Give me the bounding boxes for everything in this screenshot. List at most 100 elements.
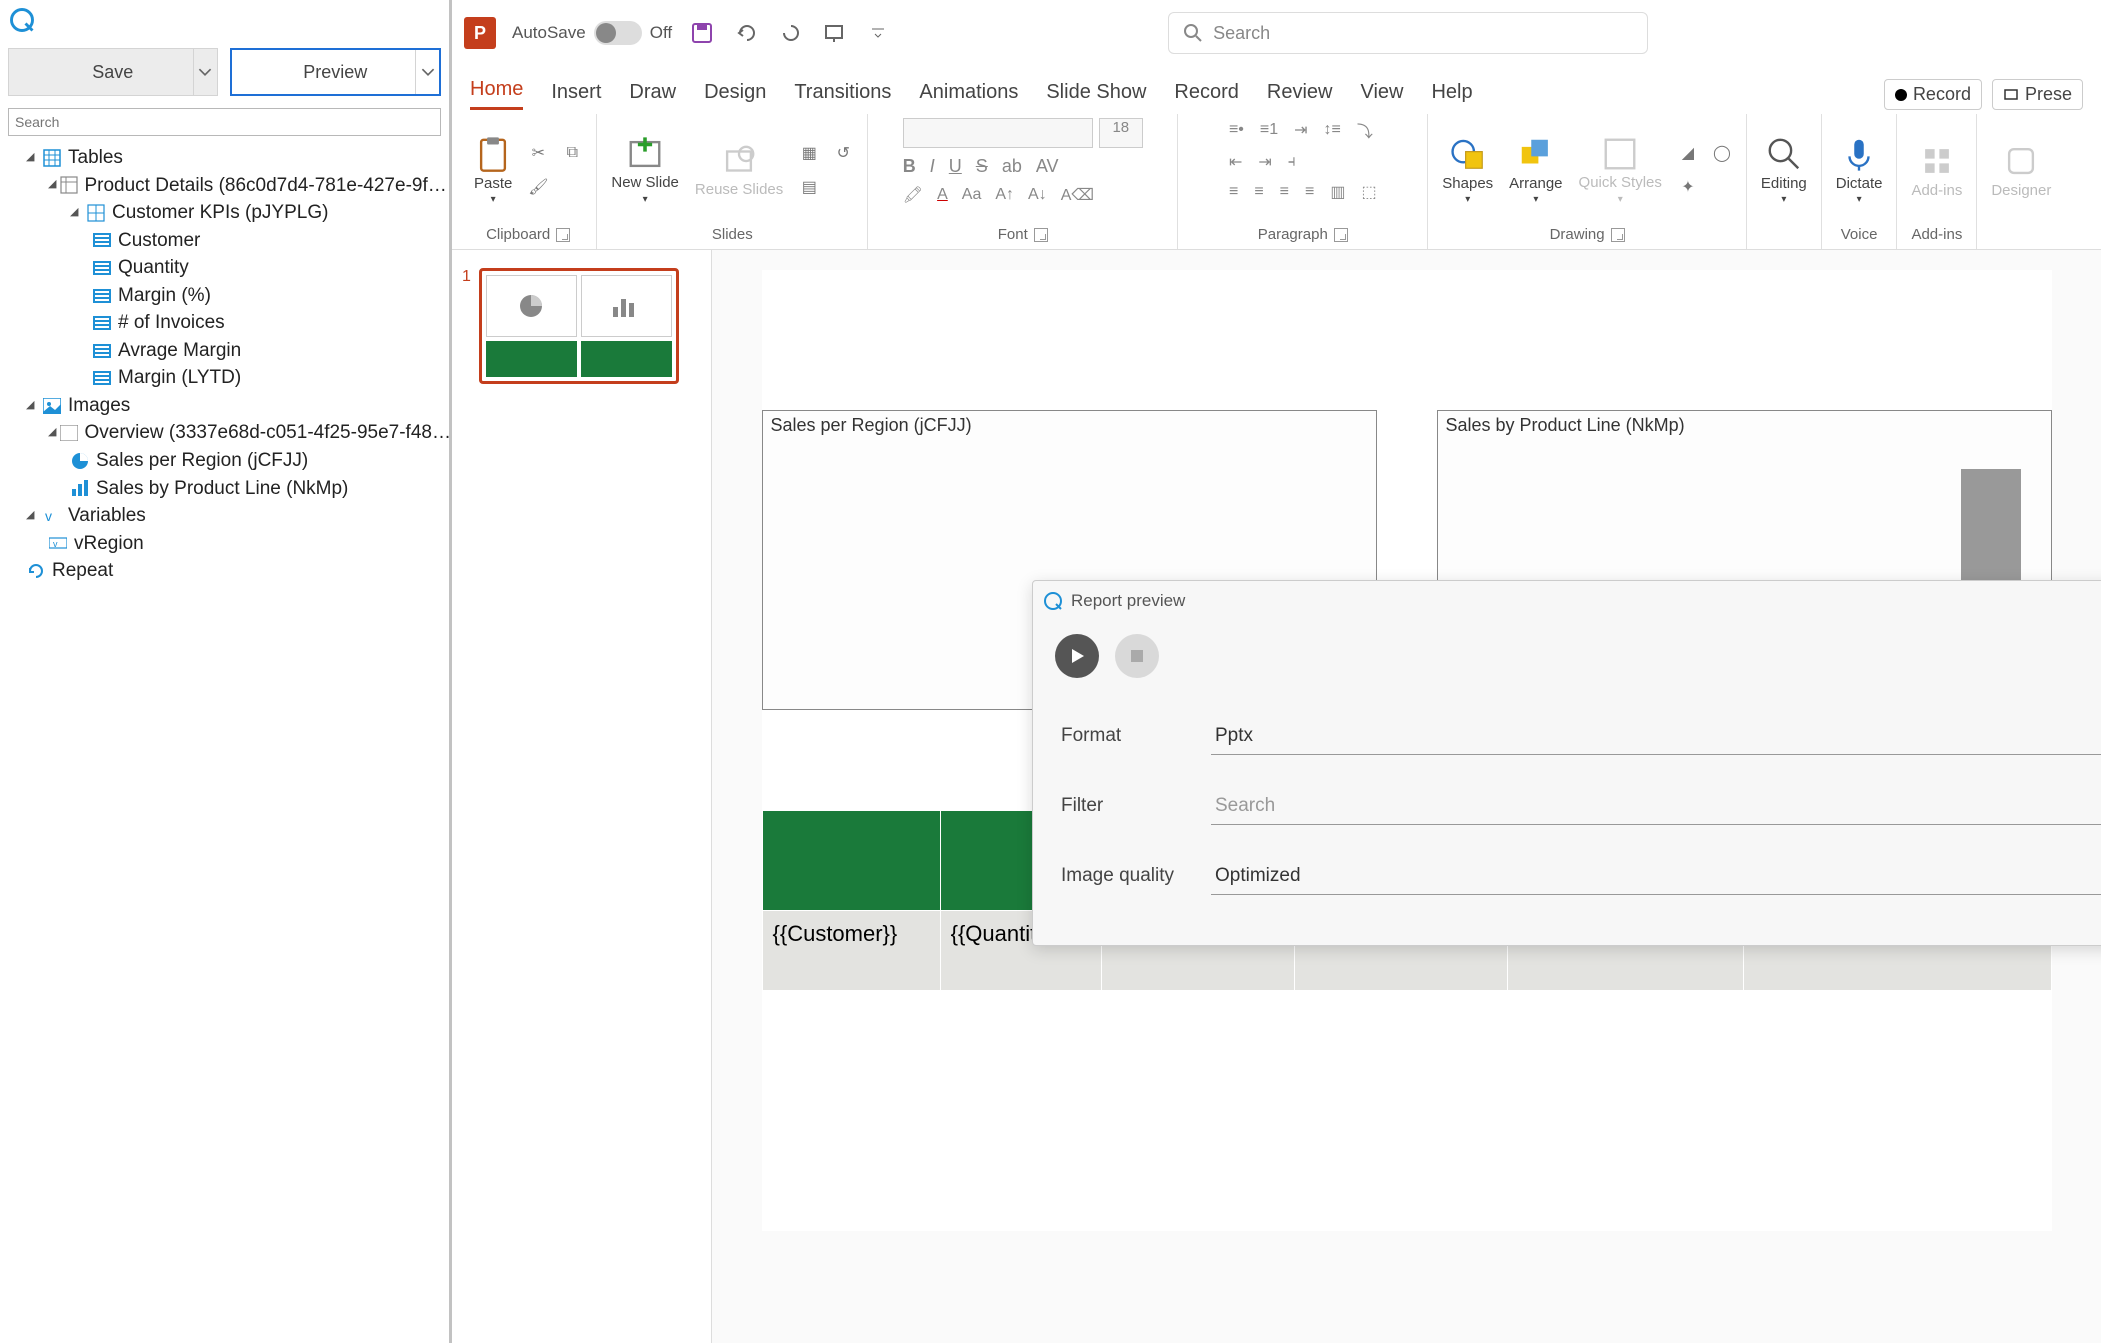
underline-icon[interactable]: U — [949, 156, 962, 177]
present-icon[interactable] — [820, 19, 848, 47]
tab-animations[interactable]: Animations — [919, 81, 1018, 110]
clipboard-launcher[interactable] — [556, 228, 570, 242]
ppt-search-input[interactable]: Search — [1168, 12, 1648, 54]
save-button[interactable]: Save — [8, 48, 218, 96]
tree-node-product-details[interactable]: ◢Product Details (86c0d7d4-781e-427e-9f… — [8, 172, 441, 200]
tree-node-overview[interactable]: ◢Overview (3337e68d-c051-4f25-95e7-f48… — [8, 419, 441, 447]
tree-node-vregion[interactable]: vvRegion — [8, 530, 441, 558]
sidebar-search-input[interactable] — [8, 108, 441, 136]
tab-slideshow[interactable]: Slide Show — [1046, 81, 1146, 110]
font-color-icon[interactable]: A — [937, 186, 948, 204]
new-slide-button[interactable]: New Slide▾ — [607, 135, 683, 205]
tab-draw[interactable]: Draw — [629, 81, 676, 110]
shape-outline-icon[interactable]: ◯ — [1708, 139, 1736, 167]
shadow-icon[interactable]: ab — [1002, 156, 1022, 177]
tab-help[interactable]: Help — [1431, 81, 1472, 110]
font-launcher[interactable] — [1034, 228, 1048, 242]
tree-node-margin-pct[interactable]: Margin (%) — [8, 282, 441, 310]
change-case-icon[interactable]: Aa — [962, 186, 982, 204]
play-button[interactable] — [1055, 634, 1099, 678]
decrease-indent-icon[interactable]: ⇤ — [1229, 152, 1242, 172]
tree-node-customer[interactable]: Customer — [8, 227, 441, 255]
text-direction-icon[interactable]: ⤵ — [1357, 118, 1373, 142]
format-painter-icon[interactable]: 🖌 — [524, 173, 552, 201]
format-select[interactable]: Pptx — [1211, 717, 2101, 755]
tree-node-sales-by-product-line[interactable]: Sales by Product Line (NkMp) — [8, 475, 441, 503]
slide-thumbnail-1[interactable] — [479, 268, 679, 384]
qat-more-icon[interactable] — [864, 19, 892, 47]
section-icon[interactable]: ▤ — [795, 173, 823, 201]
shrink-font-icon[interactable]: A↓ — [1028, 186, 1047, 204]
paste-button[interactable]: Paste▾ — [470, 135, 516, 205]
tree-node-quantity[interactable]: Quantity — [8, 254, 441, 282]
save-icon[interactable] — [688, 19, 716, 47]
image-quality-select[interactable]: Optimized — [1211, 857, 2101, 895]
tree-node-variables[interactable]: ◢vVariables — [8, 502, 441, 530]
shapes-button[interactable]: Shapes▾ — [1438, 135, 1497, 205]
columns-icon[interactable]: ▥ — [1330, 182, 1345, 202]
font-size-select[interactable]: 18 — [1099, 118, 1143, 148]
line-spacing-icon[interactable]: ↕≡ — [1324, 121, 1341, 139]
bullets-icon[interactable]: ≡• — [1229, 121, 1244, 139]
tree-node-customer-kpis[interactable]: ◢Customer KPIs (pJYPLG) — [8, 199, 441, 227]
quick-styles-button[interactable]: Quick Styles▾ — [1575, 135, 1666, 205]
undo-icon[interactable] — [732, 19, 760, 47]
char-spacing-icon[interactable]: AV — [1036, 156, 1059, 177]
tree-node-images[interactable]: ◢Images — [8, 392, 441, 420]
save-button-label: Save — [92, 62, 133, 83]
filter-select[interactable]: Search — [1211, 787, 2101, 825]
tab-review[interactable]: Review — [1267, 81, 1333, 110]
tab-transitions[interactable]: Transitions — [794, 81, 891, 110]
smartart-icon[interactable]: ⬚ — [1361, 182, 1376, 202]
tree-node-repeat[interactable]: Repeat — [8, 557, 441, 585]
highlight-icon[interactable]: 🖍 — [903, 185, 923, 205]
editing-button[interactable]: Editing▾ — [1757, 135, 1811, 205]
tab-insert[interactable]: Insert — [551, 81, 601, 110]
present-button[interactable]: Prese — [1992, 79, 2083, 110]
tab-design[interactable]: Design — [704, 81, 766, 110]
addins-button[interactable]: Add-ins — [1907, 142, 1966, 199]
align-text-icon[interactable]: ⫞ — [1288, 153, 1296, 171]
preview-button-caret[interactable] — [415, 50, 439, 94]
column-icon — [92, 341, 112, 361]
align-left-icon[interactable]: ≡ — [1229, 183, 1238, 201]
tree-node-sales-per-region[interactable]: Sales per Region (jCFJJ) — [8, 447, 441, 475]
justify-icon[interactable]: ≡ — [1305, 183, 1314, 201]
tree-node-num-invoices[interactable]: # of Invoices — [8, 309, 441, 337]
tree-node-avg-margin[interactable]: Avrage Margin — [8, 337, 441, 365]
cut-icon[interactable]: ✂ — [524, 139, 552, 167]
arrange-button[interactable]: Arrange▾ — [1505, 135, 1566, 205]
strike-icon[interactable]: S — [976, 156, 988, 177]
italic-icon[interactable]: I — [930, 156, 935, 177]
record-button[interactable]: Record — [1884, 79, 1982, 110]
dictate-button[interactable]: Dictate▾ — [1832, 135, 1887, 205]
tab-home[interactable]: Home — [470, 78, 523, 110]
list-level-icon[interactable]: ⇥ — [1294, 120, 1307, 140]
preview-button[interactable]: Preview — [230, 48, 442, 96]
redo-icon[interactable] — [776, 19, 804, 47]
reset-icon[interactable]: ↺ — [829, 139, 857, 167]
copy-icon[interactable]: ⧉ — [558, 139, 586, 167]
reuse-slides-button[interactable]: Reuse Slides — [691, 142, 787, 199]
designer-button[interactable]: Designer — [1987, 142, 2055, 199]
tree-node-tables[interactable]: ◢Tables — [8, 144, 441, 172]
numbering-icon[interactable]: ≡1 — [1260, 121, 1278, 139]
shape-effects-icon[interactable]: ✦ — [1674, 173, 1702, 201]
autosave-toggle[interactable]: AutoSave Off — [512, 21, 672, 45]
stop-button[interactable] — [1115, 634, 1159, 678]
clear-format-icon[interactable]: A⌫ — [1061, 185, 1094, 205]
save-button-caret[interactable] — [193, 49, 217, 95]
align-right-icon[interactable]: ≡ — [1280, 183, 1289, 201]
align-center-icon[interactable]: ≡ — [1254, 183, 1263, 201]
layout-icon[interactable]: ▦ — [795, 139, 823, 167]
drawing-launcher[interactable] — [1611, 228, 1625, 242]
grow-font-icon[interactable]: A↑ — [995, 186, 1014, 204]
tab-view[interactable]: View — [1360, 81, 1403, 110]
shape-fill-icon[interactable]: ◢ — [1674, 139, 1702, 167]
bold-icon[interactable]: B — [903, 156, 916, 177]
tree-node-margin-lytd[interactable]: Margin (LYTD) — [8, 364, 441, 392]
paragraph-launcher[interactable] — [1334, 228, 1348, 242]
font-name-select[interactable] — [903, 118, 1093, 148]
tab-record[interactable]: Record — [1174, 81, 1238, 110]
increase-indent-icon[interactable]: ⇥ — [1258, 152, 1271, 172]
